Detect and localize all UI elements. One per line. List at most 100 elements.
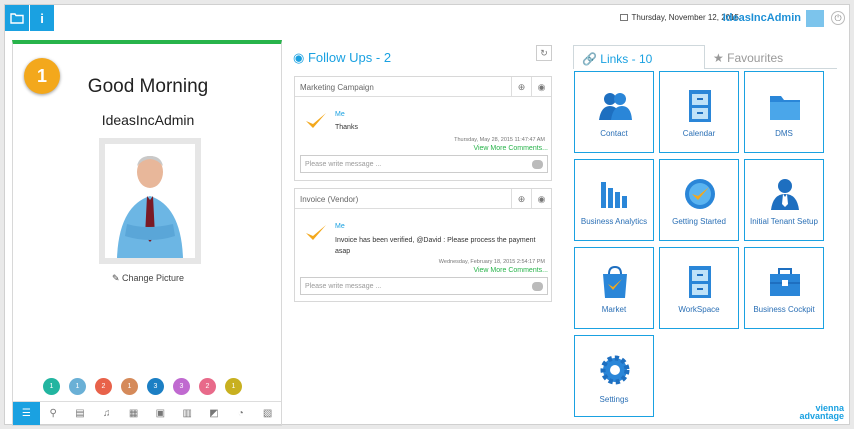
folder-icon <box>770 96 800 120</box>
tile-market[interactable]: Market <box>574 247 654 329</box>
zoom-icon[interactable]: ⊕ <box>511 77 531 97</box>
shopping-bag-icon <box>603 265 627 298</box>
followup-card-header: Marketing Campaign ⊕ ◉ <box>295 77 551 97</box>
edit-icon[interactable]: ◩ <box>201 402 228 425</box>
briefcase-icon <box>770 268 800 296</box>
app-window: i Thursday, November 12, 2015 IdeasIncAd… <box>4 4 851 426</box>
change-picture-link[interactable]: ✎ Change Picture <box>13 273 283 284</box>
star-icon: ★ <box>713 51 724 65</box>
followup-subject: Invoice (Vendor) <box>300 195 359 204</box>
profile-photo <box>99 138 201 264</box>
tile-business-cockpit[interactable]: Business Cockpit <box>744 247 824 329</box>
view-more-link[interactable]: View More Comments... <box>473 267 548 274</box>
tile-label: Business Analytics <box>580 217 648 226</box>
message-placeholder: Please write message ... <box>305 161 382 168</box>
tile-label: Initial Tenant Setup <box>750 217 818 226</box>
message-placeholder: Please write message ... <box>305 283 382 290</box>
cabinet-icon <box>689 90 711 122</box>
tile-calendar[interactable]: Calendar <box>659 71 739 153</box>
tile-label: Contact <box>600 129 628 138</box>
counter-badge: 1 <box>225 378 242 395</box>
drawer-icon <box>689 266 711 298</box>
power-icon[interactable]: ⏻ <box>831 11 845 25</box>
favourites-title: Favourites <box>727 51 784 65</box>
tile-label: Getting Started <box>672 217 726 226</box>
avatar[interactable] <box>806 10 824 27</box>
tile-label: Business Cockpit <box>753 305 815 314</box>
rss-icon[interactable]: ◉ <box>531 189 551 209</box>
tile-dms[interactable]: DMS <box>744 71 824 153</box>
bell-icon[interactable]: ♫ <box>93 402 120 425</box>
message-input[interactable]: Please write message ... <box>300 277 548 295</box>
tile-label: WorkSpace <box>678 305 720 314</box>
gear-icon <box>600 355 630 385</box>
rss-icon[interactable]: ◉ <box>531 77 551 97</box>
date-display: Thursday, November 12, 2015 <box>619 13 739 22</box>
tab-favourites[interactable]: ★ Favourites <box>705 45 837 69</box>
comment-author: Me <box>335 223 345 230</box>
tile-contact[interactable]: Contact <box>574 71 654 153</box>
list-icon[interactable]: ▥ <box>174 402 201 425</box>
contact-card-icon[interactable]: ☰ <box>13 402 40 425</box>
counter-badge: 3 <box>173 378 190 395</box>
top-bar: i Thursday, November 12, 2015 IdeasIncAd… <box>5 5 851 35</box>
user-name[interactable]: IdeasIncAdmin <box>723 12 801 24</box>
document-icon[interactable]: ▧ <box>254 402 281 425</box>
tile-label: Calendar <box>682 129 716 138</box>
notes-icon[interactable]: ▣ <box>147 402 174 425</box>
counter-badge: 2 <box>199 378 216 395</box>
calendar-icon[interactable]: ▦ <box>120 402 147 425</box>
counter-badge: 3 <box>147 378 164 395</box>
message-input[interactable]: Please write message ... <box>300 155 548 173</box>
refresh-icon[interactable]: ↻ <box>536 45 552 61</box>
contact-icon <box>599 93 632 120</box>
comment-text: Invoice has been verified, @David : Plea… <box>335 237 536 255</box>
followup-card-header: Invoice (Vendor) ⊕ ◉ <box>295 189 551 209</box>
tile-getting-started[interactable]: Getting Started <box>659 159 739 241</box>
comment-icon[interactable] <box>532 160 543 169</box>
check-badge-icon <box>685 179 715 209</box>
tile-initial-tenant-setup[interactable]: Initial Tenant Setup <box>744 159 824 241</box>
comment-author: Me <box>335 111 345 118</box>
followups-title-text: Follow Ups - 2 <box>307 50 392 65</box>
links-title: Links - 10 <box>600 52 653 66</box>
person-photo <box>105 144 195 258</box>
counter-badge: 1 <box>43 378 60 395</box>
followup-subject: Marketing Campaign <box>300 83 374 92</box>
check-icon <box>306 225 326 240</box>
tile-workspace[interactable]: WorkSpace <box>659 247 739 329</box>
bar-chart-icon <box>601 182 627 208</box>
brand-logo: vienna advantage <box>799 404 844 421</box>
brand-line-2: advantage <box>799 411 844 421</box>
gauge-icon[interactable]: ◔ <box>227 402 254 425</box>
counter-badge: 1 <box>69 378 86 395</box>
tile-label: Market <box>601 305 627 314</box>
tile-settings[interactable]: Settings <box>574 335 654 417</box>
change-picture-label: Change Picture <box>122 273 185 283</box>
counter-row: 1 1 2 1 3 3 2 1 <box>43 378 242 395</box>
comment-text: Thanks <box>335 124 358 131</box>
greeting: Good Morning <box>87 76 209 97</box>
link-icon: 🔗 <box>582 52 597 66</box>
view-more-link[interactable]: View More Comments... <box>473 145 548 152</box>
counter-badge: 1 <box>121 378 138 395</box>
followup-card: Marketing Campaign ⊕ ◉ Me Thanks Thursda… <box>294 76 552 181</box>
info-icon[interactable]: i <box>30 5 54 31</box>
followup-card: Invoice (Vendor) ⊕ ◉ Me Invoice has been… <box>294 188 552 302</box>
tab-links[interactable]: 🔗 Links - 10 <box>573 45 705 69</box>
user-icon <box>771 179 799 210</box>
clipboard-icon[interactable]: ▤ <box>67 402 94 425</box>
zoom-icon[interactable]: ⊕ <box>511 189 531 209</box>
tile-business-analytics[interactable]: Business Analytics <box>574 159 654 241</box>
profile-username: IdeasIncAdmin <box>101 112 195 128</box>
followups-title: ◉ Follow Ups - 2 <box>293 50 391 66</box>
comment-icon[interactable] <box>532 282 543 291</box>
calendar-icon <box>619 14 628 21</box>
profile-tabbar: ☰ ⚲ ▤ ♫ ▦ ▣ ▥ ◩ ◔ ▧ <box>13 401 281 425</box>
comment-timestamp: Thursday, May 28, 2015 11:47:47 AM <box>454 137 545 143</box>
counter-badge: 2 <box>95 378 112 395</box>
folder-icon[interactable] <box>5 5 29 31</box>
org-chart-icon[interactable]: ⚲ <box>40 402 67 425</box>
rss-icon: ◉ <box>293 50 305 65</box>
comment-timestamp: Wednesday, February 18, 2015 2:54:17 PM <box>438 259 545 265</box>
